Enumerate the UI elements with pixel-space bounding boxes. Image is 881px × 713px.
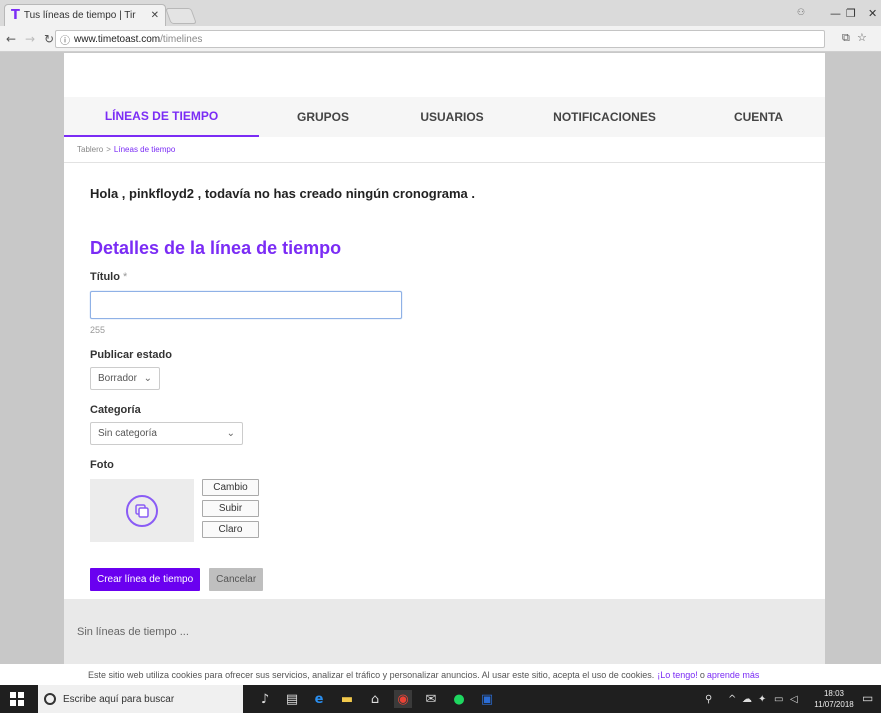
chrome-icon[interactable]: ◉ [394,690,412,708]
status-select[interactable]: Borrador ⌄ [90,367,160,390]
cookie-accept-link[interactable]: ¡Lo tengo! [657,670,698,680]
windows-start-icon[interactable] [10,692,24,706]
taskbar-clock[interactable]: 18:03 11/07/2018 [812,688,856,710]
photo-clear-button[interactable]: Claro [202,521,259,538]
url-host: www.timetoast.com [74,33,161,45]
photo-placeholder[interactable] [90,479,194,542]
breadcrumb: Tablero > Líneas de tiempo [64,137,825,163]
task-view-icon[interactable]: ▤ [283,690,301,708]
cancel-button[interactable]: Cancelar [209,568,264,591]
category-label: Categoría [90,404,141,416]
maximize-icon[interactable]: ❐ [846,0,856,26]
volume-icon[interactable]: ◁ [790,685,798,713]
timetoast-favicon-icon: T [11,8,20,23]
onedrive-icon[interactable]: ☁ [742,685,752,713]
window-close-icon[interactable]: ✕ [868,0,877,26]
mail-icon[interactable]: ✉ [422,690,440,708]
tray-chevron-up-icon[interactable]: ^ [728,685,736,713]
form-actions: Crear línea de tiempo Cancelar [90,568,490,591]
back-arrow-icon[interactable]: ← [3,32,19,46]
photo-upload-button[interactable]: Subir [202,500,259,517]
main-nav: LÍNEAS DE TIEMPO GRUPOS USUARIOS NOTIFIC… [64,97,825,137]
photo-change-button[interactable]: Cambio [202,479,259,496]
tab-title: Tus líneas de tiempo | Tir [23,10,136,21]
cookie-text: Este sitio web utiliza cookies para ofre… [88,669,655,680]
timeline-details-form: Detalles de la línea de tiempo Título * … [90,238,490,591]
nav-usuarios[interactable]: USUARIOS [387,97,517,137]
empty-timelines-message: Sin líneas de tiempo ... [77,625,189,638]
spotify-icon[interactable]: ● [450,690,468,708]
image-placeholder-icon [126,494,158,527]
forward-arrow-icon[interactable]: → [22,32,38,46]
status-label: Publicar estado [90,349,172,361]
photo-field: Cambio Subir Claro [90,479,490,542]
tab-close-icon[interactable]: ✕ [151,10,159,21]
tray-app-icon[interactable]: ✦ [758,685,766,713]
url-path: /timelines [160,33,203,45]
nav-lineas-de-tiempo[interactable]: LÍNEAS DE TIEMPO [64,97,259,137]
edge-browser-icon[interactable]: e [310,690,328,708]
minimize-icon[interactable]: — [830,0,841,26]
bookmark-star-icon[interactable]: ☆ [857,31,867,44]
address-bar[interactable]: ⓘ www.timetoast.com /timelines [55,30,825,48]
title-label: Título * [90,271,128,283]
title-char-counter: 255 [90,325,106,335]
photo-actions: Cambio Subir Claro [202,479,259,542]
category-select[interactable]: Sin categoría ⌄ [90,422,243,445]
page-viewport: LÍNEAS DE TIEMPO GRUPOS USUARIOS NOTIFIC… [0,53,881,685]
network-icon[interactable]: ▭ [774,685,783,713]
breadcrumb-root[interactable]: Tablero [77,145,103,154]
cookie-learn-more-link[interactable]: aprende más [707,670,760,680]
nav-grupos[interactable]: GRUPOS [259,97,387,137]
translate-icon[interactable]: ⧉ [842,31,850,45]
title-input[interactable] [90,291,402,319]
status-selected-value: Borrador [98,373,137,384]
chevron-down-icon: ⌄ [226,428,235,439]
chevron-down-icon: ⌄ [143,373,152,384]
main-content: LÍNEAS DE TIEMPO GRUPOS USUARIOS NOTIFIC… [64,53,825,685]
file-explorer-icon[interactable]: ▬ [338,690,356,708]
action-center-icon[interactable]: ▭ [862,691,873,705]
word-icon[interactable]: ▣ [478,690,496,708]
taskbar-search[interactable]: Escribe aquí para buscar [38,685,243,713]
profile-icon[interactable]: ⚇ [797,0,805,26]
header-space [64,53,825,97]
cortana-icon [44,693,56,705]
site-info-icon[interactable]: ⓘ [60,32,70,47]
browser-tab[interactable]: T Tus líneas de tiempo | Tir ✕ [4,4,166,26]
form-heading: Detalles de la línea de tiempo [90,238,342,258]
cookie-or: o [699,669,705,680]
category-selected-value: Sin categoría [98,428,157,439]
nav-notificaciones[interactable]: NOTIFICACIONES [517,97,692,137]
microphone-icon[interactable]: ♪ [256,690,274,708]
greeting-message: Hola , pinkfloyd2 , todavía no has cread… [90,186,476,201]
breadcrumb-separator: > [106,145,111,154]
clock-date: 11/07/2018 [814,700,854,709]
empty-timelines-panel: Sin líneas de tiempo ... [64,599,825,664]
windows-taskbar: Escribe aquí para buscar ♪ ▤ e ▬ ⌂ ◉ ✉ ●… [0,685,881,713]
people-icon[interactable]: ⚲ [705,685,712,713]
required-marker: * [123,271,128,283]
clock-time: 18:03 [823,689,845,698]
store-icon[interactable]: ⌂ [366,690,384,708]
browser-tabstrip: T Tus líneas de tiempo | Tir ✕ ⚇ — ❐ ✕ [0,0,881,26]
cookie-banner: Este sitio web utiliza cookies para ofre… [0,664,881,685]
photo-label: Foto [90,459,114,471]
breadcrumb-current[interactable]: Líneas de tiempo [114,145,175,154]
taskbar-search-placeholder: Escribe aquí para buscar [63,693,175,705]
create-timeline-button[interactable]: Crear línea de tiempo [90,568,201,591]
new-tab-button[interactable] [165,8,197,24]
nav-cuenta[interactable]: CUENTA [692,97,825,137]
browser-toolbar: ← → ↻ ⓘ www.timetoast.com /timelines ⧉ ☆ [0,26,881,52]
